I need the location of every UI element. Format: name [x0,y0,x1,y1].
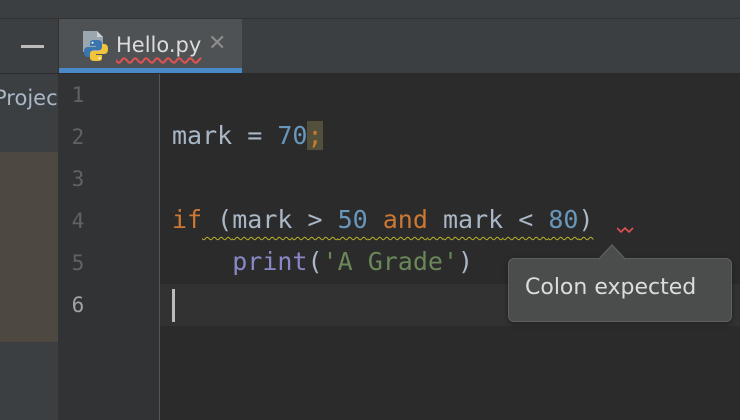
code-line-5[interactable]: print('A Grade') [172,245,473,279]
tooltip-message: Colon expected [525,275,697,300]
code-paren: ( [202,205,233,234]
project-tool-window[interactable]: Project [0,74,66,420]
code-keyword-and: and [367,205,428,234]
text-caret [172,289,175,322]
code-semicolon: ; [307,121,323,150]
code-line-2[interactable]: mark = 70; [172,119,323,153]
code-identifier: mark [232,205,293,234]
code-operator: < [503,205,549,234]
code-number: 70 [277,121,308,150]
window-top-strip [0,0,740,18]
hide-panel-button[interactable] [0,19,58,73]
error-squiggle-icon [617,226,634,234]
line-number: 4 [71,209,85,233]
project-panel-title: Project [0,86,66,110]
error-tooltip: Colon expected [508,258,732,322]
minimize-icon [21,45,44,48]
project-selection-highlight [0,152,58,342]
current-line-number: 6 [71,293,85,317]
code-keyword-if: if [172,205,203,234]
python-file-icon [83,31,108,61]
gutter-divider [159,74,160,420]
tab-filename: Hello.py [116,33,202,57]
line-number: 1 [71,83,85,107]
code-operator: > [292,205,338,234]
code-paren: ) [458,247,474,276]
code-number: 80 [548,205,579,234]
code-number: 50 [337,205,368,234]
code-paren: ) [578,205,594,234]
close-tab-icon[interactable]: ✕ [208,31,226,56]
line-number: 5 [71,251,85,275]
code-string: 'A Grade' [322,247,459,276]
code-builtin-print: print [232,247,308,276]
tooltip-pointer-fill [599,246,625,260]
code-identifier: mark [442,205,504,234]
active-tab-indicator [59,68,242,73]
code-operator: = [232,121,278,150]
line-number: 3 [71,167,85,191]
tab-hello-py[interactable]: Hello.py ✕ [59,19,242,73]
code-paren: ( [307,247,323,276]
line-number: 2 [71,125,85,149]
code-identifier: mark [172,121,233,150]
code-line-4[interactable]: if (mark > 50 and mark < 80) [172,203,594,237]
